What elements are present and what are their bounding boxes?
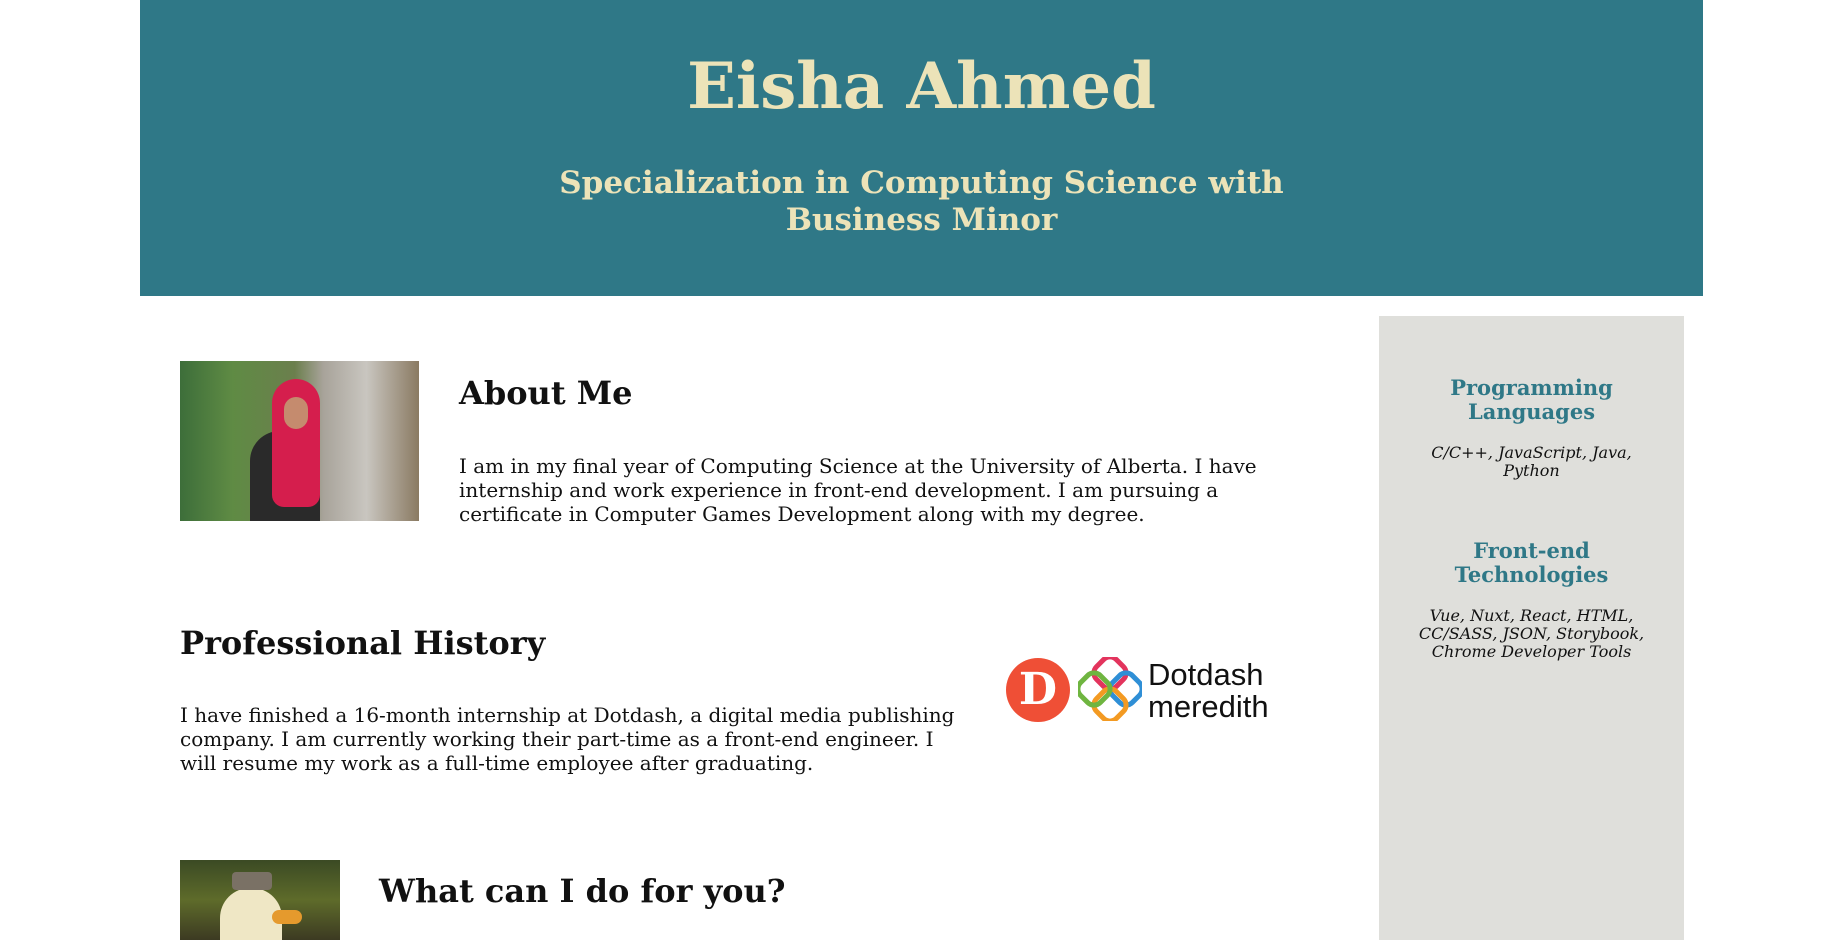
site-title: Eisha Ahmed xyxy=(687,49,1156,124)
subtitle-line-2: Business Minor xyxy=(785,202,1058,238)
duck-photo-hat xyxy=(232,872,272,890)
portfolio-page: Eisha Ahmed Specialization in Computing … xyxy=(0,0,1839,940)
dotdash-meredith-logo: D Dotdash meredith xyxy=(1004,655,1294,725)
duck-photo-beak xyxy=(272,910,302,924)
about-heading: About Me xyxy=(459,374,633,412)
programming-title-line-1: Programming xyxy=(1450,375,1613,400)
site-subtitle: Specialization in Computing Science with… xyxy=(140,165,1703,239)
frontend-technologies-title: Front-end Technologies xyxy=(1379,539,1684,587)
frontend-technologies-list: Vue, Nuxt, React, HTML, CC/SASS, JSON, S… xyxy=(1418,606,1645,661)
dotdash-logo-mark: D xyxy=(1006,658,1070,722)
duck-photo xyxy=(180,860,340,940)
profile-photo-face xyxy=(284,397,308,429)
about-text: I am in my final year of Computing Scien… xyxy=(459,454,1257,526)
meredith-logo-mark xyxy=(1078,657,1142,721)
site-header: Eisha Ahmed Specialization in Computing … xyxy=(140,0,1703,296)
logo-word-meredith: meredith xyxy=(1148,689,1269,724)
programming-languages-title: Programming Languages xyxy=(1379,376,1684,424)
programming-languages-list: C/C++, JavaScript, Java, Python xyxy=(1431,443,1632,480)
subtitle-line-1: Specialization in Computing Science with xyxy=(559,165,1284,201)
logo-wordmark: Dotdash meredith xyxy=(1148,659,1269,723)
services-heading: What can I do for you? xyxy=(379,872,786,910)
logo-word-dotdash: Dotdash xyxy=(1148,657,1264,692)
history-text: I have finished a 16-month internship at… xyxy=(180,703,955,775)
programming-title-line-2: Languages xyxy=(1467,399,1596,424)
skills-sidebar: Programming Languages C/C++, JavaScript,… xyxy=(1379,316,1684,940)
history-heading: Professional History xyxy=(180,624,546,662)
profile-photo xyxy=(180,361,419,521)
frontend-title-line-2: Technologies xyxy=(1454,562,1609,587)
frontend-title-line-1: Front-end xyxy=(1473,538,1590,563)
